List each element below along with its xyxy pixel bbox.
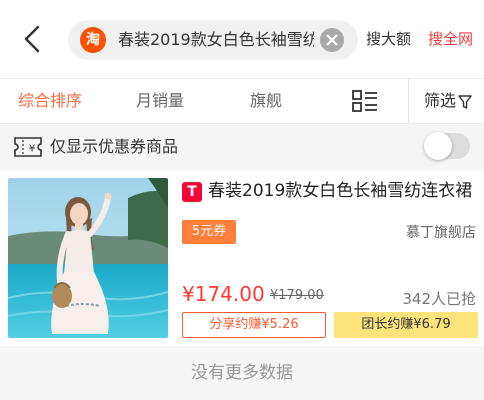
product-title[interactable]: 春装2019款女白色长袖雪纺连衣裙 xyxy=(208,178,478,204)
sort-bar: 综合排序 月销量 旗舰 筛选 xyxy=(0,78,484,124)
taobao-logo-icon: 淘 xyxy=(80,27,106,53)
clear-icon[interactable] xyxy=(320,28,344,52)
search-input[interactable]: 春装2019款女白色长袖雪纺连衣裙 xyxy=(118,20,314,60)
price: ¥174.00 xyxy=(182,282,265,306)
sold-count: 342人已抢 xyxy=(402,290,476,308)
filter-button[interactable]: 筛选 xyxy=(424,79,472,123)
shop-name: 慕丁旗舰店 xyxy=(406,225,476,241)
toggle-knob xyxy=(424,132,452,160)
tab-flagship[interactable]: 旗舰 xyxy=(250,79,282,123)
search-all-network-button[interactable]: 搜全网 xyxy=(428,28,473,49)
chevron-left-icon[interactable] xyxy=(18,24,48,54)
sort-divider xyxy=(408,79,409,123)
share-earn-button[interactable]: 分享约赚¥5.26 xyxy=(182,312,326,338)
leader-earn-button[interactable]: 团长约赚¥6.79 xyxy=(334,312,478,338)
tab-comprehensive-sort[interactable]: 综合排序 xyxy=(18,79,82,123)
list-layout-icon[interactable] xyxy=(352,90,378,112)
dress-photo xyxy=(8,178,168,338)
coupon-filter-label: 仅显示优惠券商品 xyxy=(50,137,179,156)
search-header: 淘 春装2019款女白色长袖雪纺连衣裙 搜大额 搜全网 xyxy=(0,0,484,78)
product-image[interactable] xyxy=(8,178,168,338)
search-large-coupon-button[interactable]: 搜大额 xyxy=(366,28,411,49)
tmall-badge-icon: T xyxy=(182,182,202,202)
no-more-data-text: 没有更多数据 xyxy=(191,363,293,383)
original-price: ¥179.00 xyxy=(270,288,324,303)
search-box[interactable]: 淘 春装2019款女白色长袖雪纺连衣裙 xyxy=(68,20,358,60)
coupon-only-toggle[interactable] xyxy=(424,132,470,160)
ticket-icon: ¥ xyxy=(14,137,42,157)
funnel-icon xyxy=(458,94,472,109)
coupon-filter-row: ¥ 仅显示优惠券商品 xyxy=(0,124,484,170)
svg-text:¥: ¥ xyxy=(29,144,35,155)
tab-monthly-sales[interactable]: 月销量 xyxy=(136,79,184,123)
filter-label: 筛选 xyxy=(424,91,457,110)
product-card[interactable]: T 春装2019款女白色长袖雪纺连衣裙 5元券 慕丁旗舰店 ¥174.00 ¥1… xyxy=(0,170,484,346)
coupon-badge: 5元券 xyxy=(182,220,236,244)
